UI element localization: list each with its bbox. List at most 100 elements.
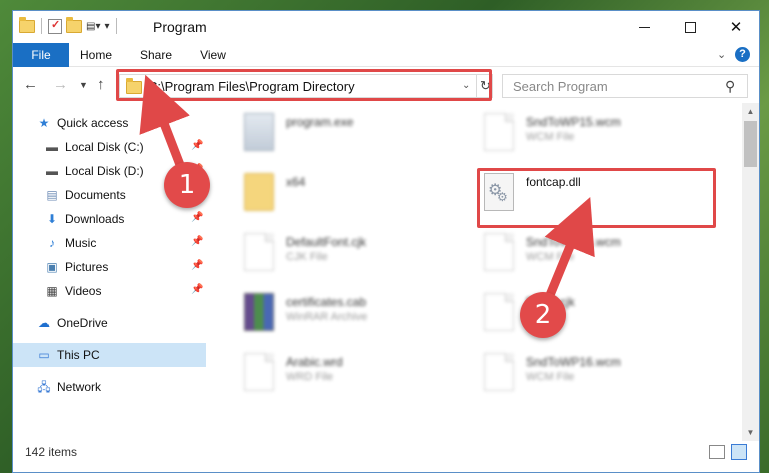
onedrive-icon: ☁ [38,316,50,330]
help-icon[interactable]: ? [735,47,750,62]
maximize-icon [684,21,696,33]
pin-icon[interactable]: 📌 [191,236,203,247]
file-item[interactable]: DefaultFont.cjk CJK File [214,227,454,277]
search-placeholder[interactable]: Search Program [513,79,608,94]
file-type: WCM File [526,251,575,263]
details-view-icon[interactable] [709,445,725,459]
sidebar-item-quick-access[interactable]: ★ Quick access [13,111,206,135]
minimize-button[interactable] [621,11,667,43]
recent-locations-icon[interactable]: ▼ [79,80,88,90]
sidebar-item-local-disk-c[interactable]: ▬ Local Disk (C:) 📌 [13,135,206,159]
step-badge-2: 2 [520,292,566,338]
sidebar-item-label: Music [65,236,97,250]
sidebar-item-label: OneDrive [57,316,108,330]
file-name: SndToWP16.wcm [526,355,621,369]
tab-home[interactable]: Home [71,43,121,67]
file-item[interactable]: Bleed.cjk [454,287,694,337]
close-button[interactable]: ✕ [713,11,759,43]
file-icon [484,233,514,271]
file-name: certificates.cab [286,295,367,309]
search-input[interactable]: Search Program ⚲ [502,74,748,98]
file-item[interactable]: SndToWP15.wcm WCM File [454,227,694,277]
scrollbar-thumb[interactable] [744,121,757,167]
tab-view[interactable]: View [191,43,235,67]
file-name: x64 [286,175,306,189]
file-type: WCM File [526,131,575,143]
sidebar-item-this-pc[interactable]: ▭ This PC [13,343,206,367]
toolbar-divider [41,18,42,34]
back-arrow-icon[interactable]: ← [23,76,38,93]
file-name: Arabic.wrd [286,355,343,369]
search-icon[interactable]: ⚲ [725,78,735,95]
pin-icon[interactable]: 📌 [191,260,203,271]
file-item[interactable]: SndToWP16.wcm WCM File [454,347,694,397]
up-arrow-icon[interactable]: ↑ [97,76,105,93]
scroll-up-icon[interactable]: ▲ [742,103,759,120]
tab-share[interactable]: Share [131,43,181,67]
chevron-down-icon[interactable]: ▾ [104,21,109,32]
star-icon: ★ [38,116,50,130]
pc-icon: ▭ [38,348,50,362]
sidebar-item-network[interactable]: 🖧 Network [13,375,206,399]
properties-icon[interactable] [48,18,62,34]
file-name: SndToWP15.wcm [526,115,621,129]
file-icon [244,233,274,271]
sidebar-item-label: This PC [57,348,100,362]
sidebar-item-pictures[interactable]: ▣ Pictures 📌 [13,255,206,279]
sidebar-item-music[interactable]: ♪ Music 📌 [13,231,206,255]
network-icon: 🖧 [37,380,51,394]
window-title: Program [153,19,207,35]
sidebar-item-videos[interactable]: ▦ Videos 📌 [13,279,206,303]
pin-icon[interactable]: 📌 [191,140,203,151]
pin-icon[interactable]: 📌 [191,212,203,223]
sidebar-item-label: Local Disk (C:) [65,140,144,154]
address-bar-highlight [116,69,492,101]
sidebar-item-onedrive[interactable]: ☁ OneDrive [13,311,206,335]
sidebar-item-label: Documents [65,188,126,202]
file-icon [484,113,514,151]
title-bar: ▤▾ ▾ Program ✕ [13,11,759,43]
archive-icon [244,293,274,331]
drive-icon: ▬ [46,140,58,154]
customize-toolbar-icon[interactable]: ▤▾ [86,21,100,32]
file-type: WRD File [286,371,334,383]
sidebar-item-label: Quick access [57,116,129,130]
file-type: WCM File [526,371,575,383]
file-name: program.exe [286,115,354,129]
status-bar: 142 items [13,441,759,472]
exe-icon [244,113,274,151]
scroll-down-icon[interactable]: ▼ [742,424,759,441]
file-list: program.exe SndToWP15.wcm WCM File x64 ⚙… [206,103,742,441]
new-folder-icon[interactable] [66,16,82,33]
forward-arrow-icon[interactable]: → [53,76,68,93]
file-item[interactable]: x64 [214,167,454,217]
file-icon [244,353,274,391]
folder-icon [244,173,274,211]
drive-icon: ▬ [46,164,58,178]
large-icons-view-icon[interactable] [731,444,747,460]
file-type: CJK File [286,251,328,263]
downloads-icon: ⬇ [46,212,58,226]
pin-icon[interactable]: 📌 [191,284,203,295]
tab-file[interactable]: File [13,43,69,67]
item-count: 142 items [25,445,78,459]
file-item[interactable]: program.exe [214,107,454,157]
file-name: DefaultFont.cjk [286,235,367,249]
vertical-scrollbar[interactable]: ▲ ▼ [742,103,759,441]
file-item[interactable]: Arabic.wrd WRD File [214,347,454,397]
expand-ribbon-icon[interactable]: ⌄ [717,48,726,61]
sidebar-item-label: Network [57,380,102,394]
documents-icon: ▤ [46,188,58,202]
toolbar-divider [115,18,117,34]
videos-icon: ▦ [46,284,58,298]
quick-access-toolbar: ▤▾ ▾ [19,16,119,34]
file-item[interactable]: SndToWP15.wcm WCM File [454,107,694,157]
sidebar-item-label: Downloads [65,212,125,226]
file-item[interactable]: certificates.cab WinRAR Archive [214,287,454,337]
sidebar-item-downloads[interactable]: ⬇ Downloads 📌 [13,207,206,231]
minimize-icon [638,26,650,28]
maximize-button[interactable] [667,11,713,43]
music-icon: ♪ [49,236,55,250]
sidebar-item-label: Videos [65,284,102,298]
file-name: SndToWP15.wcm [526,235,621,249]
